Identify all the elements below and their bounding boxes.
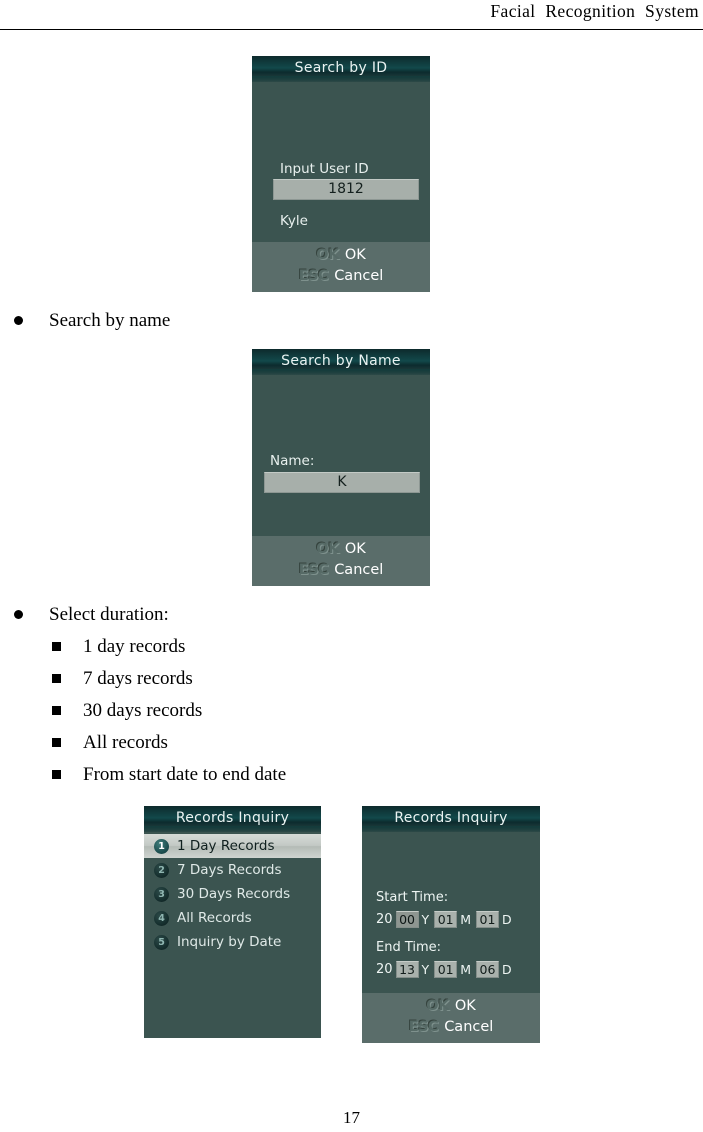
menu-index-badge: 3 [154, 887, 169, 902]
cancel-action-label: Cancel [334, 562, 384, 578]
duration-item-label: From start date to end date [83, 764, 287, 785]
cancel-action-label: Cancel [334, 268, 384, 284]
esc-key-icon: ESC [298, 562, 329, 578]
bullet-square-icon [52, 642, 61, 651]
screen-search-by-id: Search by ID Input User ID 1812 Kyle OK O… [252, 56, 430, 292]
duration-item-5: From start date to end date [52, 765, 286, 784]
start-time-label: Start Time: [376, 890, 449, 905]
ok-action-row[interactable]: OK OK [252, 539, 430, 560]
ok-key-icon: OK [426, 998, 449, 1014]
ok-action-label: OK [344, 247, 366, 263]
duration-item-label: 1 day records [83, 636, 186, 657]
start-century: 20 [376, 912, 393, 927]
name-field-label: Name: [270, 453, 315, 469]
bullet-square-icon [52, 674, 61, 683]
esc-key-icon: ESC [408, 1019, 439, 1035]
menu-item-30-days-records[interactable]: 3 30 Days Records [144, 882, 321, 906]
bullet-dot-icon [14, 316, 23, 325]
bullet-dot-icon [14, 610, 23, 619]
screen-title-search-by-name: Search by Name [252, 349, 430, 375]
bullet-select-duration: Select duration: [14, 605, 169, 624]
matched-user-name: Kyle [280, 213, 308, 229]
ok-action-label: OK [344, 541, 366, 557]
end-month-input[interactable]: 01 [434, 961, 458, 978]
cancel-action-row[interactable]: ESC Cancel [252, 266, 430, 287]
screen-records-inquiry-date: Records Inquiry Start Time: 20 00 Y 01 M 01 D … [362, 806, 540, 1043]
menu-item-1-day-records[interactable]: 1 1 Day Records [144, 834, 321, 858]
start-day-input[interactable]: 01 [475, 911, 499, 928]
duration-item-4: All records [52, 733, 168, 752]
menu-item-label: Inquiry by Date [177, 934, 282, 950]
bullet-search-by-name-label: Search by name [49, 310, 171, 331]
screen-title-records-inquiry-date: Records Inquiry [362, 806, 540, 832]
duration-item-1: 1 day records [52, 637, 185, 656]
menu-index-badge: 5 [154, 935, 169, 950]
end-century: 20 [376, 962, 393, 977]
duration-item-3: 30 days records [52, 701, 202, 720]
screen-title-records-inquiry-menu: Records Inquiry [144, 806, 321, 832]
footer-records-inquiry-date: OK OK ESC Cancel [362, 993, 540, 1043]
ok-action-label: OK [454, 998, 476, 1014]
bullet-select-duration-label: Select duration: [49, 604, 169, 625]
cancel-action-label: Cancel [444, 1019, 494, 1035]
page-header: Facial Recognition System [0, 0, 703, 30]
menu-index-badge: 2 [154, 863, 169, 878]
start-day-unit: D [501, 912, 512, 927]
ok-key-icon: OK [316, 247, 339, 263]
end-time-label: End Time: [376, 940, 442, 955]
duration-item-2: 7 days records [52, 669, 193, 688]
cancel-action-row[interactable]: ESC Cancel [362, 1017, 540, 1038]
bullet-square-icon [52, 770, 61, 779]
menu-item-label: 7 Days Records [177, 862, 282, 878]
start-month-unit: M [460, 912, 471, 927]
bullet-square-icon [52, 706, 61, 715]
page-title: Facial Recognition System [490, 1, 699, 21]
menu-item-inquiry-by-date[interactable]: 5 Inquiry by Date [144, 930, 321, 954]
name-input[interactable]: K [264, 472, 420, 493]
input-user-id-label: Input User ID [280, 161, 369, 177]
end-time-row: 20 13 Y 01 M 06 D [376, 961, 517, 978]
page-number: 17 [343, 1108, 360, 1127]
screen-records-inquiry-menu: Records Inquiry 1 1 Day Records 2 7 Days… [144, 806, 321, 1038]
screen-title-search-by-id: Search by ID [252, 56, 430, 82]
screen-body-records-inquiry-menu: 1 1 Day Records 2 7 Days Records 3 30 Da… [144, 832, 321, 1038]
user-id-input[interactable]: 1812 [273, 179, 419, 200]
bullet-search-by-name: Search by name [14, 311, 170, 330]
start-year-input[interactable]: 00 [395, 911, 419, 928]
bullet-square-icon [52, 738, 61, 747]
header-divider [0, 29, 703, 30]
menu-index-badge: 4 [154, 911, 169, 926]
end-month-unit: M [460, 962, 471, 977]
duration-item-label: 30 days records [83, 700, 203, 721]
end-day-unit: D [501, 962, 512, 977]
screen-search-by-name: Search by Name Name: K OK OK ESC Cancel [252, 349, 430, 586]
ok-key-icon: OK [316, 541, 339, 557]
screen-body-search-by-id: Input User ID 1812 Kyle OK OK ESC Cancel [252, 82, 430, 292]
menu-item-all-records[interactable]: 4 All Records [144, 906, 321, 930]
esc-key-icon: ESC [298, 268, 329, 284]
menu-item-label: All Records [177, 910, 252, 926]
screen-body-records-inquiry-date: Start Time: 20 00 Y 01 M 01 D End Time: 20 13 Y 0… [362, 832, 540, 1043]
menu-item-label: 30 Days Records [177, 886, 291, 902]
menu-item-label: 1 Day Records [177, 838, 275, 854]
duration-item-label: All records [83, 732, 168, 753]
footer-search-by-name: OK OK ESC Cancel [252, 536, 430, 586]
ok-action-row[interactable]: OK OK [252, 245, 430, 266]
start-time-row: 20 00 Y 01 M 01 D [376, 911, 517, 928]
duration-item-label: 7 days records [83, 668, 193, 689]
end-day-input[interactable]: 06 [475, 961, 499, 978]
cancel-action-row[interactable]: ESC Cancel [252, 560, 430, 581]
menu-item-7-days-records[interactable]: 2 7 Days Records [144, 858, 321, 882]
end-year-input[interactable]: 13 [395, 961, 419, 978]
ok-action-row[interactable]: OK OK [362, 996, 540, 1017]
menu-index-badge: 1 [154, 839, 169, 854]
start-year-unit: Y [421, 912, 430, 927]
screen-body-search-by-name: Name: K OK OK ESC Cancel [252, 375, 430, 586]
end-year-unit: Y [421, 962, 430, 977]
start-month-input[interactable]: 01 [434, 911, 458, 928]
footer-search-by-id: OK OK ESC Cancel [252, 242, 430, 292]
